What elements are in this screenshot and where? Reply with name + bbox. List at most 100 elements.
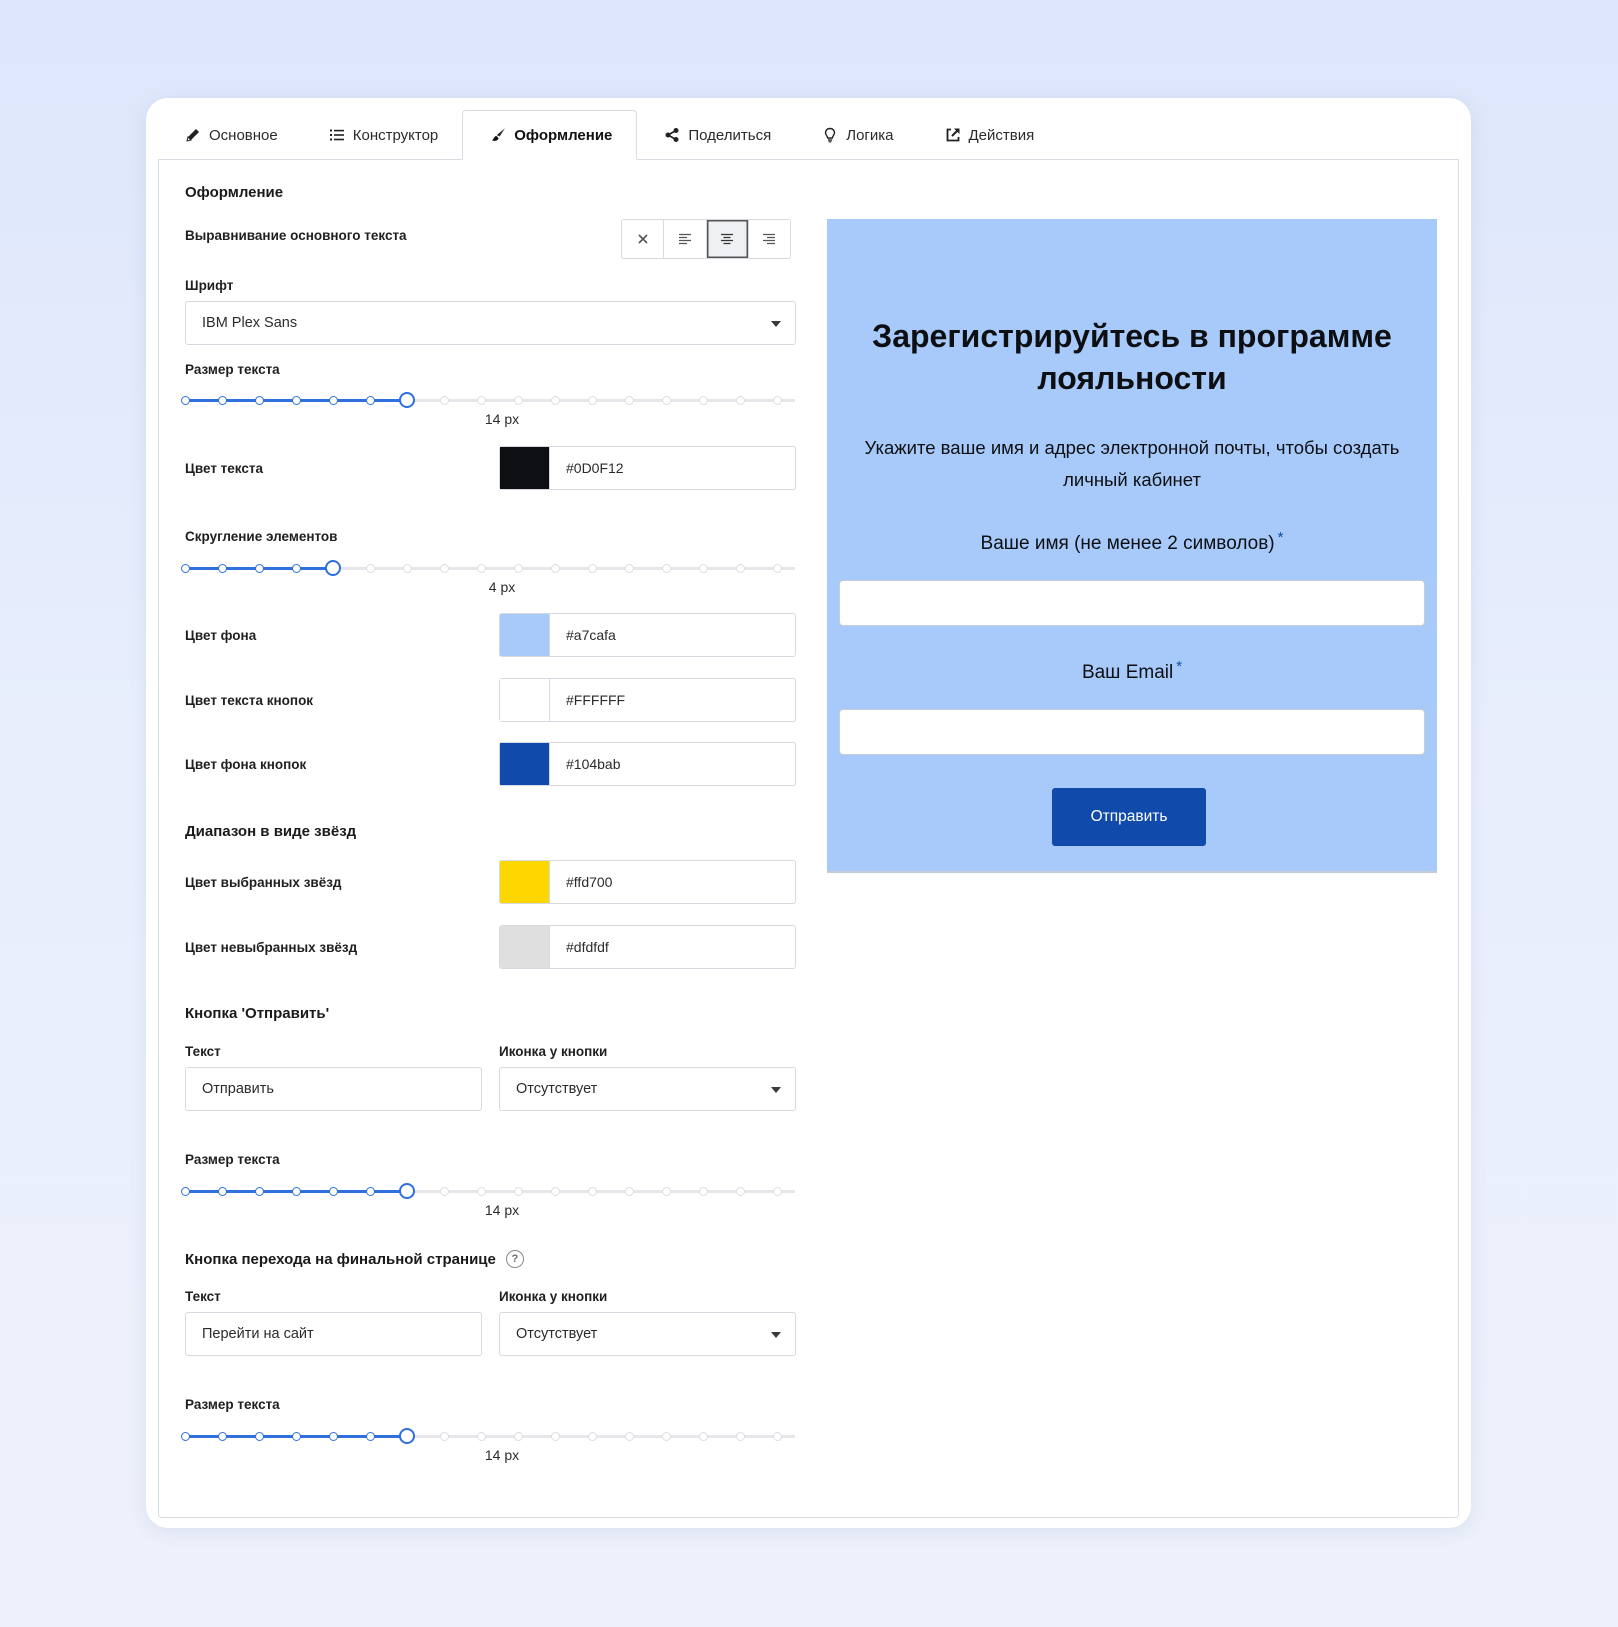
align-none-button[interactable]: [622, 220, 665, 258]
slider-step[interactable]: [587, 396, 597, 405]
submit-size-slider[interactable]: [180, 1181, 795, 1201]
align-left-button[interactable]: [664, 220, 707, 258]
stars-unselected-hex[interactable]: #dfdfdf: [550, 926, 609, 968]
slider-step[interactable]: [254, 1187, 264, 1196]
slider-step[interactable]: [365, 564, 375, 573]
bg-color-hex[interactable]: #a7cafa: [550, 614, 616, 656]
slider-step[interactable]: [513, 564, 523, 573]
slider-step[interactable]: [476, 1432, 486, 1441]
align-center-button[interactable]: [706, 220, 749, 258]
slider-handle[interactable]: [399, 1428, 415, 1444]
text-color-hex[interactable]: #0D0F12: [550, 447, 624, 489]
stars-selected-swatch[interactable]: [500, 861, 550, 903]
slider-step[interactable]: [513, 1187, 523, 1196]
bg-color-swatch[interactable]: [500, 614, 550, 656]
slider-step[interactable]: [550, 1187, 560, 1196]
slider-step[interactable]: [291, 1187, 301, 1196]
slider-step[interactable]: [550, 564, 560, 573]
slider-step[interactable]: [772, 564, 782, 573]
slider-step[interactable]: [180, 1187, 190, 1196]
stars-selected-color-field[interactable]: #ffd700: [499, 860, 796, 904]
bg-color-field[interactable]: #a7cafa: [499, 613, 796, 657]
slider-step[interactable]: [291, 1432, 301, 1441]
slider-step[interactable]: [587, 1187, 597, 1196]
slider-step[interactable]: [217, 1187, 227, 1196]
slider-step[interactable]: [513, 396, 523, 405]
help-icon[interactable]: ?: [505, 1250, 524, 1268]
slider-step[interactable]: [550, 396, 560, 405]
slider-step[interactable]: [772, 1432, 782, 1441]
slider-step[interactable]: [661, 564, 671, 573]
slider-step[interactable]: [476, 1187, 486, 1196]
btn-text-color-field[interactable]: #FFFFFF: [499, 678, 796, 722]
submit-text-input[interactable]: Отправить: [185, 1067, 482, 1111]
slider-step[interactable]: [624, 564, 634, 573]
slider-step[interactable]: [365, 1432, 375, 1441]
tab-design[interactable]: Оформление: [462, 110, 638, 160]
slider-step[interactable]: [513, 1432, 523, 1441]
slider-step[interactable]: [698, 564, 708, 573]
align-right-button[interactable]: [748, 220, 790, 258]
final-size-slider[interactable]: [180, 1426, 795, 1446]
slider-step[interactable]: [254, 564, 264, 573]
slider-step[interactable]: [698, 1187, 708, 1196]
slider-step[interactable]: [180, 564, 190, 573]
text-color-field[interactable]: #0D0F12: [499, 446, 796, 490]
slider-step[interactable]: [772, 1187, 782, 1196]
stars-unselected-color-field[interactable]: #dfdfdf: [499, 925, 796, 969]
slider-step[interactable]: [217, 396, 227, 405]
slider-step[interactable]: [254, 396, 264, 405]
slider-step[interactable]: [439, 1432, 449, 1441]
slider-handle[interactable]: [325, 560, 341, 576]
tab-share[interactable]: Поделиться: [637, 111, 795, 159]
slider-step[interactable]: [365, 1187, 375, 1196]
slider-step[interactable]: [587, 1432, 597, 1441]
tab-main[interactable]: Основное: [158, 111, 302, 159]
slider-step[interactable]: [291, 564, 301, 573]
slider-step[interactable]: [735, 1187, 745, 1196]
btn-bg-color-hex[interactable]: #104bab: [550, 743, 621, 785]
slider-step[interactable]: [476, 396, 486, 405]
slider-handle[interactable]: [399, 392, 415, 408]
stars-selected-hex[interactable]: #ffd700: [550, 861, 612, 903]
slider-step[interactable]: [624, 1187, 634, 1196]
btn-text-color-swatch[interactable]: [500, 679, 550, 721]
slider-step[interactable]: [180, 396, 190, 405]
final-text-input[interactable]: Перейти на сайт: [185, 1312, 482, 1356]
slider-step[interactable]: [439, 564, 449, 573]
slider-step[interactable]: [661, 396, 671, 405]
slider-step[interactable]: [291, 396, 301, 405]
slider-step[interactable]: [735, 564, 745, 573]
preview-name-input[interactable]: [839, 580, 1425, 626]
final-icon-select[interactable]: Отсутствует: [499, 1312, 796, 1356]
btn-text-color-hex[interactable]: #FFFFFF: [550, 679, 625, 721]
submit-icon-select[interactable]: Отсутствует: [499, 1067, 796, 1111]
slider-step[interactable]: [180, 1432, 190, 1441]
preview-submit-button[interactable]: Отправить: [1052, 788, 1206, 846]
slider-step[interactable]: [365, 396, 375, 405]
tab-logic[interactable]: Логика: [795, 111, 917, 159]
slider-step[interactable]: [550, 1432, 560, 1441]
slider-step[interactable]: [476, 564, 486, 573]
slider-step[interactable]: [254, 1432, 264, 1441]
slider-step[interactable]: [217, 1432, 227, 1441]
slider-step[interactable]: [624, 1432, 634, 1441]
text-color-swatch[interactable]: [500, 447, 550, 489]
rounding-slider[interactable]: [180, 558, 795, 578]
slider-step[interactable]: [698, 1432, 708, 1441]
tab-constructor[interactable]: Конструктор: [302, 111, 463, 159]
slider-step[interactable]: [439, 396, 449, 405]
slider-step[interactable]: [698, 396, 708, 405]
slider-step[interactable]: [402, 564, 412, 573]
stars-unselected-swatch[interactable]: [500, 926, 550, 968]
slider-handle[interactable]: [399, 1183, 415, 1199]
preview-email-input[interactable]: [839, 709, 1425, 755]
slider-step[interactable]: [328, 1187, 338, 1196]
slider-step[interactable]: [735, 396, 745, 405]
slider-step[interactable]: [661, 1187, 671, 1196]
slider-step[interactable]: [328, 396, 338, 405]
btn-bg-color-field[interactable]: #104bab: [499, 742, 796, 786]
btn-bg-color-swatch[interactable]: [500, 743, 550, 785]
slider-step[interactable]: [439, 1187, 449, 1196]
font-select[interactable]: IBM Plex Sans: [185, 301, 796, 345]
